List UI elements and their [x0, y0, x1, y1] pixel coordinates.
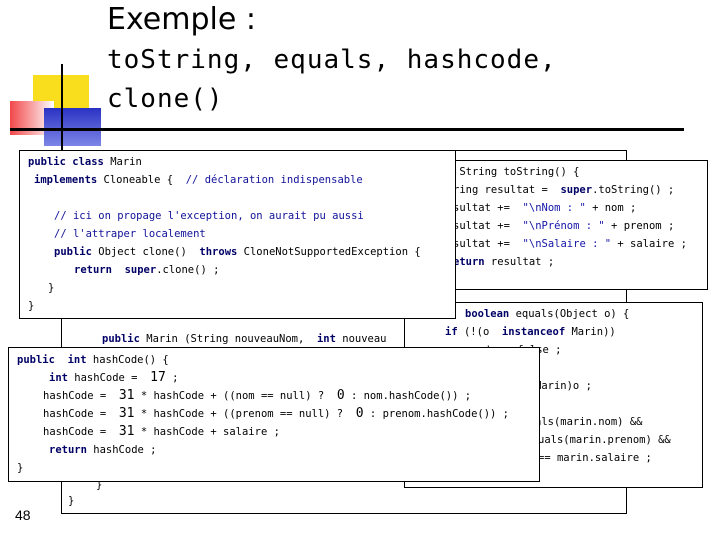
code-line: uals(marin.prenom) && [538, 434, 671, 446]
code-line: eturn resultat ; [453, 256, 555, 268]
code-panel-hashcode: public int hashCode() { int hashCode = 1… [8, 347, 540, 482]
page-number: 48 [15, 507, 31, 523]
code-line: int hashCode = 17 ; [49, 370, 179, 385]
code-line: } [17, 462, 24, 474]
code-comment: // ici on propage l'exception, on aurait… [54, 210, 364, 222]
code-line: ring resultat = super.toString() ; [453, 184, 675, 196]
code-line: return super.clone() ; [74, 264, 220, 276]
code-line: public class Marin [28, 156, 142, 168]
code-line: sultat += "\nSalaire : " + salaire ; [453, 238, 687, 250]
code-line: boolean equals(Object o) { [465, 308, 630, 320]
code-line: if (!(o instanceof Marin)) [445, 326, 616, 338]
code-line: == marin.salaire ; [538, 452, 652, 464]
code-line: String toString() { [453, 166, 580, 178]
code-line: } [28, 300, 35, 312]
code-line: public Object clone() throws CloneNotSup… [54, 246, 421, 258]
title-underline [10, 128, 684, 131]
code-panel-tostring: String toString() { ring resultat = supe… [440, 160, 708, 290]
code-line: hashCode = 31 * hashCode + ((nom == null… [43, 388, 472, 403]
code-line: als(marin.nom) && [535, 416, 643, 428]
code-panel-clone: public class Marin implements Cloneable … [19, 150, 456, 319]
code-line: sultat += "\nPrénom : " + prenom ; [453, 220, 675, 232]
code-line: Marin)o ; [535, 380, 592, 392]
code-line: } [68, 495, 75, 507]
code-line: sultat += "\nNom : " + nom ; [453, 202, 637, 214]
decor-vertical-line [61, 64, 63, 158]
code-line: hashCode = 31 * hashCode + ((prenom == n… [43, 406, 510, 421]
code-line: public Marin (String nouveauNom, int nou… [102, 333, 387, 345]
code-comment: // l'attraper localement [54, 228, 206, 240]
code-line: public int hashCode() { [17, 354, 169, 366]
slide-title: Exemple : [107, 2, 256, 37]
code-line: } [48, 282, 55, 294]
code-line: hashCode = 31 * hashCode + salaire ; [43, 424, 280, 439]
code-line: return hashCode ; [49, 444, 157, 456]
decor-blue-square [44, 108, 101, 146]
slide-subtitle-line2: clone() [107, 84, 224, 114]
slide-subtitle-line1: toString, equals, hashcode, [107, 45, 557, 75]
code-line: implements Cloneable { // déclaration in… [34, 174, 363, 186]
